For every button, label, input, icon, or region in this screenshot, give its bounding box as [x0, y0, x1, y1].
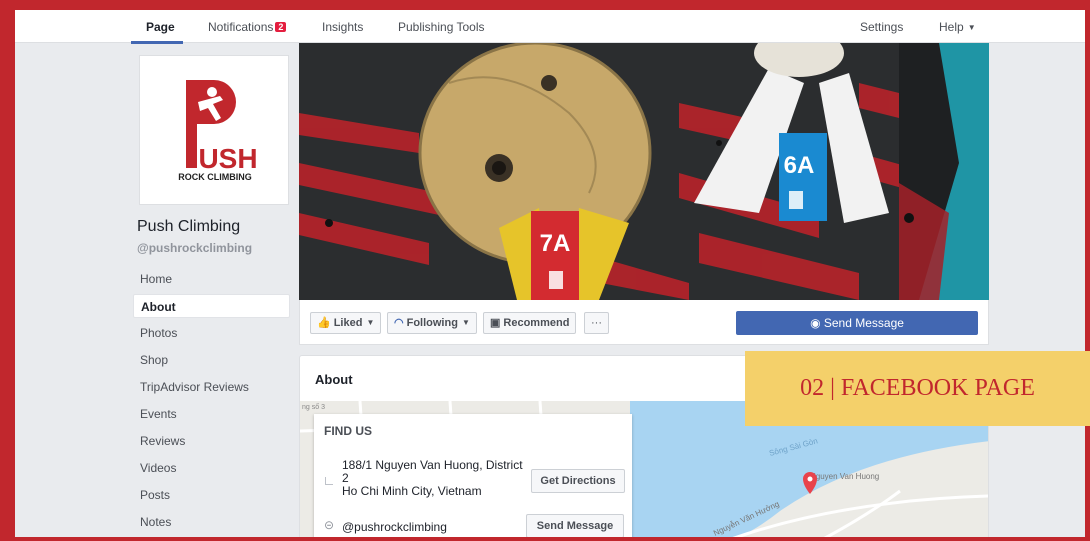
sidebar-item-videos[interactable]: Videos [133, 456, 290, 480]
address-line-2: Ho Chi Minh City, Vietnam [342, 484, 482, 498]
address-line-1: 188/1 Nguyen Van Huong, District 2 [342, 458, 523, 485]
map-label-street-2: Nguyen Van Huong [810, 472, 879, 481]
messenger-icon: ⊝ [324, 518, 335, 532]
find-us-panel: FIND US 188/1 Nguyen Van Huong, District… [314, 414, 632, 537]
logo-subtext: ROCK CLIMBING [178, 172, 252, 182]
sidebar-item-about[interactable]: About [133, 294, 290, 318]
tab-notifications-label: Notifications [208, 20, 274, 34]
sidebar-item-notes[interactable]: Notes [133, 510, 290, 534]
get-directions-button[interactable]: Get Directions [531, 469, 625, 493]
section-label: 02 | FACEBOOK PAGE [745, 351, 1090, 426]
tab-page[interactable]: Page [146, 20, 175, 34]
address: 188/1 Nguyen Van Huong, District 2 Ho Ch… [342, 459, 532, 498]
page-top-nav: Page Notifications 2 Insights Publishing … [15, 10, 1085, 44]
sidebar-item-home[interactable]: Home [133, 267, 290, 291]
sidebar-item-tripadvisor-reviews[interactable]: TripAdvisor Reviews [133, 375, 290, 399]
location-icon [325, 477, 333, 485]
notifications-badge: 2 [275, 22, 287, 32]
sidebar-item-posts[interactable]: Posts [133, 483, 290, 507]
logo-text: USH [198, 143, 257, 174]
speech-bubble-icon: ▣ [490, 317, 501, 329]
messenger-handle[interactable]: @pushrockclimbing [342, 520, 447, 534]
tab-insights[interactable]: Insights [322, 20, 363, 34]
chevron-down-icon: ▼ [967, 23, 976, 32]
tab-publishing-tools[interactable]: Publishing Tools [398, 20, 485, 34]
push-climbing-logo: USH ROCK CLIMBING [178, 80, 258, 182]
cover-photo-image: 7A 6A [299, 43, 989, 300]
liked-button[interactable]: 👍 Liked ▼ [310, 312, 382, 334]
find-us-title: FIND US [324, 424, 372, 438]
profile-picture[interactable]: USH ROCK CLIMBING [139, 55, 289, 205]
recommend-button[interactable]: ▣ Recommend [483, 312, 577, 334]
about-send-message-button[interactable]: Send Message [526, 514, 624, 537]
map-label-street-3: ng số 3 [302, 402, 325, 411]
settings-link[interactable]: Settings [860, 20, 903, 34]
route-grade-tag-right: 6A [784, 152, 815, 179]
sidebar-item-shop[interactable]: Shop [133, 348, 290, 372]
sidebar-item-photos[interactable]: Photos [133, 321, 290, 345]
sidebar-item-reviews[interactable]: Reviews [133, 429, 290, 453]
page-name[interactable]: Push Climbing [137, 218, 240, 236]
about-title: About [315, 372, 353, 387]
cover-photo[interactable]: 7A 6A [299, 43, 989, 300]
following-label: Following [406, 317, 458, 329]
facebook-page-screenshot: Page Notifications 2 Insights Publishing … [15, 10, 1085, 537]
page-action-bar: 👍 Liked ▼ ◠ Following ▼ ▣ Recommend ··· ◉ Sen… [299, 300, 989, 345]
help-label: Help [939, 20, 964, 34]
active-tab-indicator [131, 41, 183, 44]
rss-icon: ◠ [394, 317, 404, 329]
route-grade-tag-left: 7A [540, 230, 571, 257]
following-button[interactable]: ◠ Following ▼ [387, 312, 477, 334]
messenger-icon: ◉ [810, 316, 824, 330]
chevron-down-icon: ▼ [366, 318, 375, 327]
thumbs-up-icon: 👍 [317, 317, 331, 329]
chevron-down-icon: ▼ [461, 318, 470, 327]
liked-label: Liked [333, 317, 363, 329]
send-message-button[interactable]: ◉ Send Message [736, 311, 978, 335]
page-handle[interactable]: @pushrockclimbing [137, 241, 252, 255]
recommend-label: Recommend [503, 317, 570, 329]
send-message-label: Send Message [823, 316, 904, 330]
help-menu[interactable]: Help ▼ [939, 20, 976, 34]
more-options-button[interactable]: ··· [584, 312, 609, 334]
sidebar-item-events[interactable]: Events [133, 402, 290, 426]
tab-notifications[interactable]: Notifications 2 [208, 20, 287, 34]
